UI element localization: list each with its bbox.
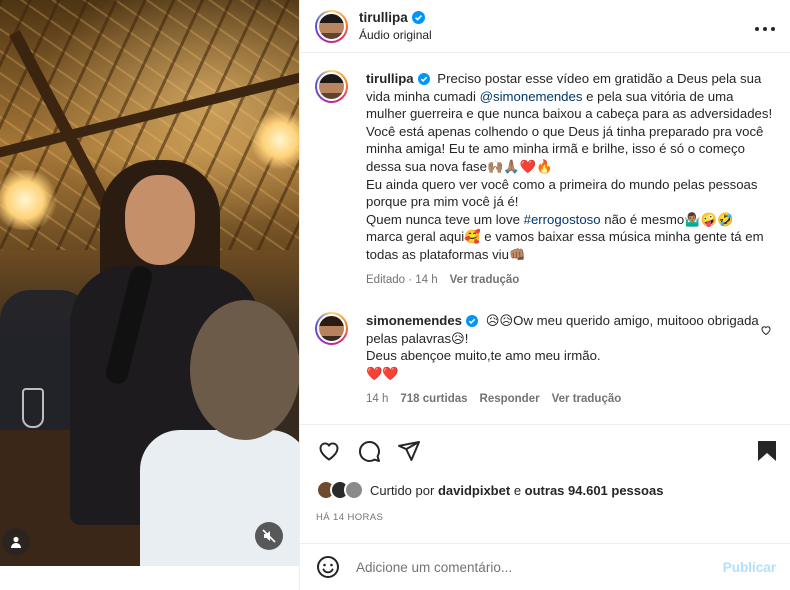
- like-comment-button[interactable]: [760, 324, 772, 339]
- mention-link[interactable]: @simonemendes: [480, 89, 583, 104]
- emoji-icon[interactable]: [316, 555, 340, 579]
- caption-meta: Editado · 14 h Ver tradução: [366, 272, 774, 290]
- comment-part: ❤️❤️: [366, 365, 399, 381]
- liker-avatars: [316, 480, 364, 500]
- author-avatar[interactable]: [315, 9, 348, 43]
- heart-outline-icon: [761, 326, 771, 336]
- video-frame: [0, 0, 299, 566]
- action-bar: [300, 424, 790, 476]
- verified-badge-icon: [411, 11, 425, 24]
- comment-likes-link[interactable]: 718 curtidas: [400, 391, 467, 409]
- tagged-users-button[interactable]: [2, 528, 30, 556]
- paper-plane-icon: [398, 440, 420, 461]
- comment-button[interactable]: [356, 438, 382, 464]
- post-timestamp[interactable]: HÁ 14 HORAS: [316, 512, 383, 523]
- comment: simonemendes 😥😥Ow meu querido amigo, mui…: [315, 312, 774, 408]
- hashtag-link[interactable]: #errogostoso: [524, 212, 601, 227]
- caption-text: tirullipa Preciso postar esse vídeo em g…: [366, 70, 774, 264]
- author-avatar[interactable]: [315, 70, 348, 103]
- likes-prefix: Curtido por: [370, 482, 435, 498]
- caption-part: Eu ainda quero ver você como a primeira …: [366, 176, 758, 210]
- glass: [22, 388, 44, 428]
- publish-button[interactable]: Publicar: [723, 560, 776, 575]
- caption-part: não é mesmo🤷🏽‍♂️🤪🤣: [600, 211, 734, 227]
- heart-outline-icon: [319, 442, 339, 461]
- likes-count-link[interactable]: outras 94.601 pessoas: [525, 483, 664, 498]
- caption-part: Quem nunca teve um love: [366, 211, 524, 227]
- comment-time[interactable]: 14 h: [366, 391, 388, 409]
- edited-label: Editado · 14 h: [366, 273, 438, 286]
- like-button[interactable]: [316, 438, 342, 464]
- caption-author[interactable]: tirullipa: [366, 70, 430, 88]
- verified-badge-icon: [466, 314, 479, 327]
- mute-button[interactable]: [255, 522, 283, 550]
- liker-username[interactable]: davidpixbet: [438, 483, 510, 498]
- reply-button[interactable]: Responder: [480, 391, 540, 409]
- commenter-avatar[interactable]: [315, 312, 348, 346]
- singer-face: [125, 175, 195, 265]
- comment-part: Deus abençoe muito,te amo meu irmão.: [366, 348, 601, 364]
- verified-badge-icon: [417, 72, 430, 85]
- author-username[interactable]: tirullipa: [359, 10, 425, 25]
- comment-meta: 14 h 718 curtidas Responder Ver tradução: [366, 391, 774, 409]
- post-panel: tirullipa Áudio original tirullipa Preci…: [299, 0, 790, 590]
- comments-section[interactable]: tirullipa Preciso postar esse vídeo em g…: [300, 54, 790, 424]
- user-icon: [11, 536, 21, 548]
- save-button[interactable]: [754, 438, 780, 464]
- post-video[interactable]: [0, 0, 299, 590]
- comment-text: simonemendes 😥😥Ow meu querido amigo, mui…: [366, 312, 774, 382]
- post-header: tirullipa Áudio original: [300, 0, 790, 53]
- share-button[interactable]: [396, 438, 422, 464]
- see-translation-link[interactable]: Ver tradução: [552, 391, 622, 409]
- see-translation-link[interactable]: Ver tradução: [450, 272, 520, 290]
- speaker-muted-icon: [262, 529, 276, 543]
- caption-part: marca geral aqui🥰 e vamos baixar essa mú…: [366, 229, 764, 262]
- bookmark-filled-icon: [758, 440, 776, 461]
- comment-bubble-icon: [358, 440, 380, 462]
- likes-summary: Curtido por davidpixbet e outras 94.601 …: [316, 476, 774, 504]
- more-options-button[interactable]: [754, 16, 776, 37]
- audio-label[interactable]: Áudio original: [359, 28, 754, 42]
- add-comment-bar: Publicar: [300, 543, 790, 590]
- author-name[interactable]: tirullipa: [359, 10, 408, 25]
- comment-input[interactable]: [356, 559, 723, 575]
- caption: tirullipa Preciso postar esse vídeo em g…: [315, 70, 774, 289]
- likes-connector: e: [513, 482, 522, 498]
- media-bottom: [0, 566, 299, 590]
- man-head: [190, 300, 299, 440]
- more-horizontal-icon: [755, 26, 775, 31]
- comment-author[interactable]: simonemendes: [366, 312, 479, 330]
